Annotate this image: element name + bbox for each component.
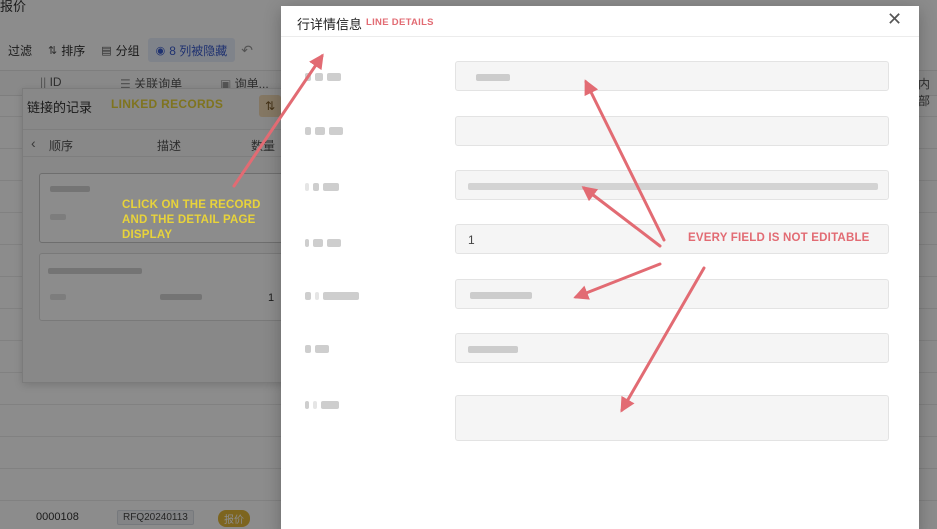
close-icon[interactable]: ✕ (887, 10, 902, 28)
field-readonly-input (455, 279, 889, 309)
field-readonly-input (455, 333, 889, 363)
field-value: 1 (468, 233, 475, 247)
modal-header: 行详情信息 LINE DETAILS ✕ (281, 6, 919, 37)
field-label (305, 236, 345, 248)
field-readonly-textarea (455, 395, 889, 441)
field-readonly-input (455, 170, 889, 200)
field-label (305, 289, 363, 301)
field-label (305, 70, 345, 82)
modal-title: 行详情信息 (297, 17, 363, 32)
annotation-click-hint: CLICK ON THE RECORD AND THE DETAIL PAGE … (122, 199, 261, 241)
annotation-not-editable: EVERY FIELD IS NOT EDITABLE (688, 232, 870, 244)
field-readonly-input (455, 61, 889, 91)
field-readonly-input (455, 116, 889, 146)
field-label (305, 180, 343, 192)
line-details-modal: 行详情信息 LINE DETAILS ✕ 1 (281, 6, 919, 529)
field-label (305, 398, 343, 410)
field-label (305, 342, 333, 354)
field-label (305, 124, 347, 136)
modal-title-en: LINE DETAILS (366, 17, 434, 28)
